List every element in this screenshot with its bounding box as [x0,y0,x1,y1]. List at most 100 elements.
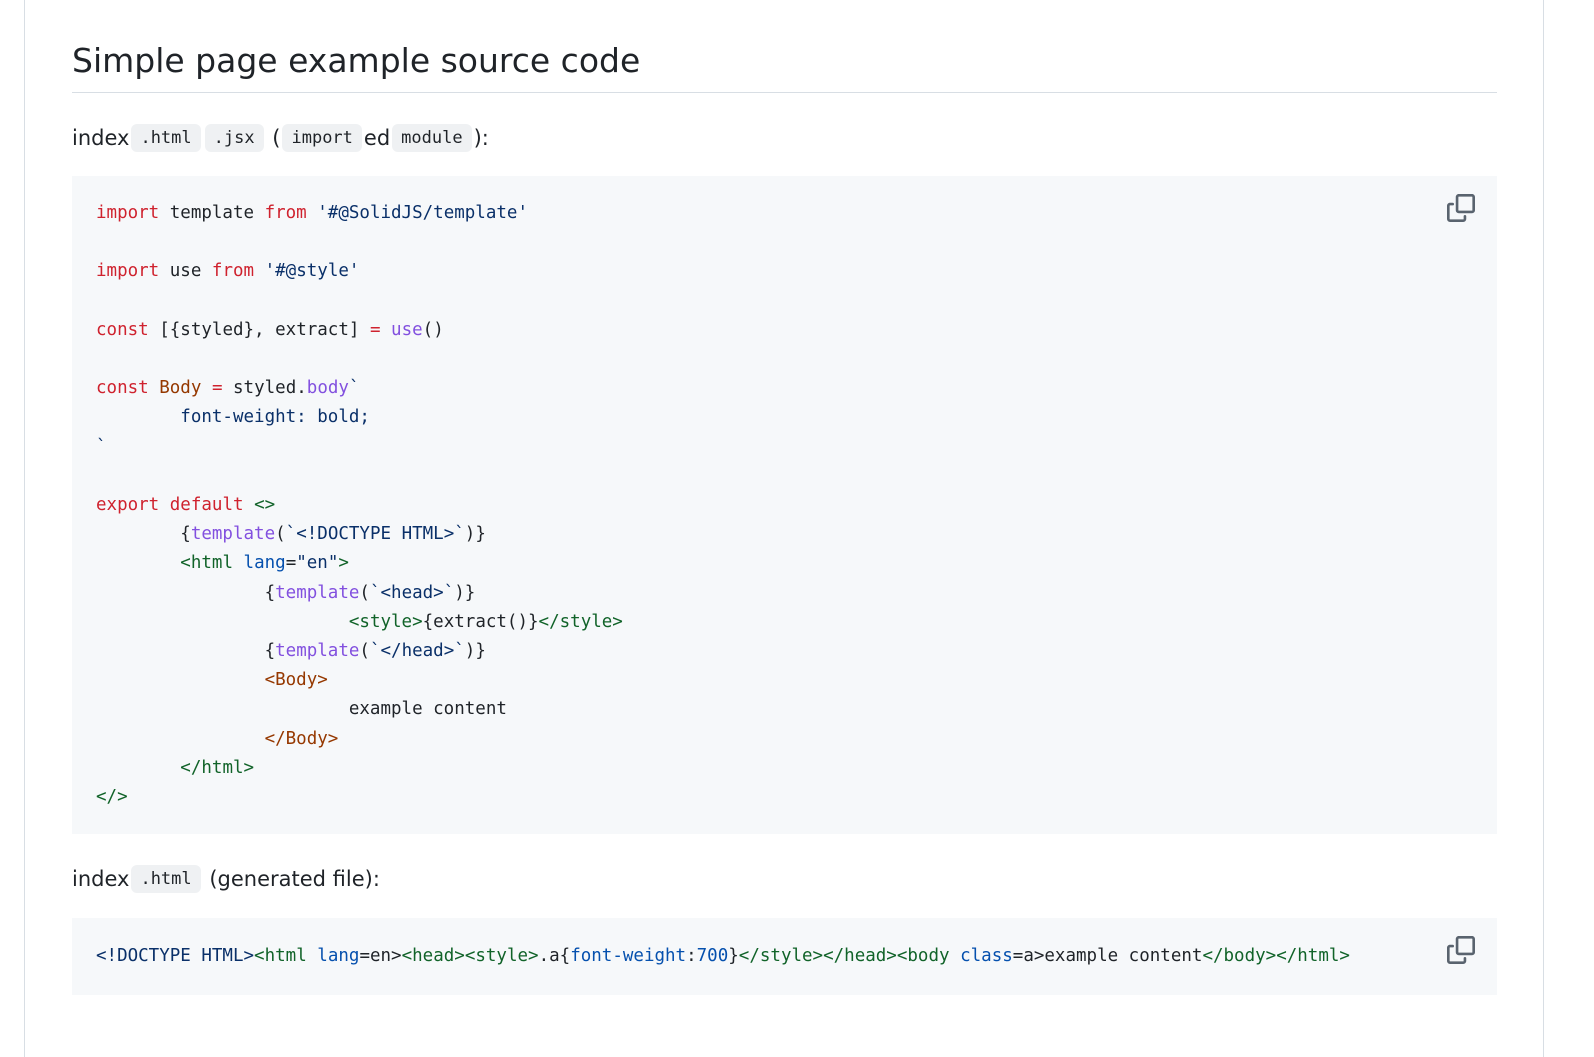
code-token: <html [254,946,307,966]
inline-code-import: import [282,124,362,152]
code-token: Body [159,378,202,399]
text-generated: (generated file): [209,867,380,891]
code-token: '#@style' [254,261,360,282]
code-line: import use from '#@style' [96,261,359,281]
generated-description: index .html (generated file): [72,863,380,894]
code-token: : [686,946,697,966]
code-token: use [391,319,423,340]
code-token: styled. [222,378,307,399]
code-token: `</head>` [369,641,465,662]
code-token: body [306,378,349,399]
code-line: {template(`</head>`)} [96,641,486,661]
code-line: </> [96,787,128,807]
code-line: <style>{extract()}</style> [96,612,623,632]
code-line: const [{styled}, extract] = use() [96,320,444,340]
inline-code-html: .html [131,124,201,152]
code-line: </html> [96,758,254,778]
code-token: = [285,553,297,574]
copy-icon [1447,936,1475,964]
code-token: class [960,946,1013,966]
code-token: {extract()} [422,611,539,632]
code-token: =en> [359,946,402,966]
text-index: index [72,126,130,150]
source-code-block: import template from '#@SolidJS/template… [72,176,1497,834]
code-token: )} [464,524,486,545]
text-ed: ed [363,126,391,150]
generated-code[interactable]: <!DOCTYPE HTML><html lang=en><head><styl… [72,918,1497,971]
code-token: "en" [296,553,339,574]
code-token: ` [96,436,107,457]
code-token: lang [317,946,360,966]
code-line: <Body> [96,670,328,690]
code-token: [{styled}, extract] [148,319,370,340]
code-line: const Body = styled.body` [96,378,359,398]
code-token: ` [348,378,360,399]
code-token: </head> [823,946,897,966]
inline-code-jsx: .jsx [204,124,264,152]
code-token: </Body> [264,728,339,749]
code-line: ` [96,437,107,457]
code-line: {template(`<!DOCTYPE HTML>`)} [96,524,486,544]
code-token: </html> [1276,946,1350,966]
code-token: lang [243,553,286,574]
copy-button-source[interactable] [1447,194,1475,222]
code-token: </html> [180,757,255,778]
code-token: </body> [1202,946,1277,966]
code-line: <!DOCTYPE HTML><html lang=en><head><styl… [96,946,1350,966]
code-token: { [96,524,191,545]
code-token: { [96,582,276,603]
copy-button-generated[interactable] [1447,936,1475,964]
code-token: 700 [696,946,729,966]
code-token: )} [464,641,486,662]
copy-icon [1447,194,1475,222]
code-line: export default <> [96,495,275,515]
code-token: <head> [401,946,465,966]
text-paren-open: ( [272,126,281,150]
code-token: )} [454,582,476,603]
code-token: template [275,641,360,662]
code-token: template [159,203,265,223]
code-line: </Body> [96,728,339,749]
code-token: </style> [738,946,824,966]
source-description: index .html .jsx (import ed module): [72,122,489,153]
code-token: template [275,582,360,603]
code-token: `<!DOCTYPE HTML>` [285,524,465,545]
code-token: .a{ [538,946,571,966]
code-token: <style> [464,946,539,966]
code-token: > [338,553,349,574]
code-token: =a>example content [1012,946,1203,966]
code-token: import [96,203,160,223]
source-code[interactable]: import template from '#@SolidJS/template… [72,176,1497,812]
code-token: export [96,495,160,516]
section-heading: Simple page example source code [72,38,1497,93]
code-token: ( [359,582,370,603]
code-token: const [96,319,149,340]
code-token: use [159,261,212,282]
inline-code-html: .html [131,865,201,893]
code-line: example content [96,699,507,719]
code-token: } [728,946,739,966]
code-token: <html [180,553,233,574]
code-token: from [264,203,307,223]
code-line: {template(`<head>`)} [96,582,476,603]
text-index: index [72,867,130,891]
code-token: = [369,319,381,340]
code-token: ( [275,524,286,545]
code-token: '#@SolidJS/template' [306,203,528,223]
code-line: import template from '#@SolidJS/template… [96,203,528,223]
code-token: ( [359,641,370,662]
generated-code-block: <!DOCTYPE HTML><html lang=en><head><styl… [72,918,1497,995]
code-token: </style> [538,611,623,632]
code-token: from [211,261,255,282]
code-token: <Body> [264,670,328,691]
code-token: const [96,378,149,399]
